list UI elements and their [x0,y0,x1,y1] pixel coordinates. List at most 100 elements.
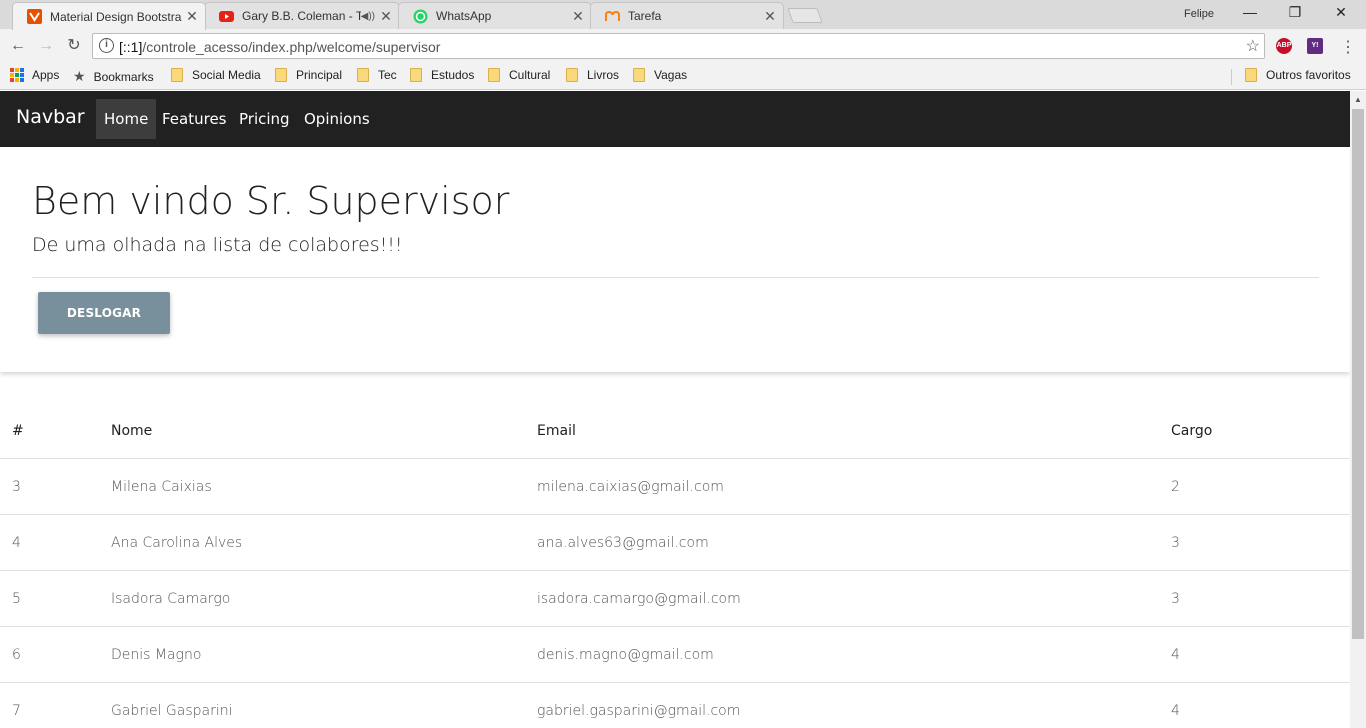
bookmark-other-favorites[interactable]: Outros favoritos [1245,68,1351,82]
tab-title: WhatsApp [436,9,492,23]
nav-link-features[interactable]: Features [154,99,235,139]
cell-role: 3 [1171,591,1180,607]
bookmark-folder[interactable]: Cultural [488,68,550,82]
bookmark-folder[interactable]: Livros [566,68,619,82]
tab-title: Tarefa [628,9,662,23]
browser-tab-mdb[interactable]: Material Design Bootstra ✕ [12,2,206,30]
new-tab-button[interactable] [787,8,823,23]
table-row: 3 Milena Caixias milena.caixias@gmail.co… [0,459,1350,515]
folder-icon [357,68,369,82]
page-viewport: Navbar Home Features Pricing Opinions Be… [0,91,1350,728]
site-navbar: Navbar Home Features Pricing Opinions [0,91,1350,147]
cell-email: isadora.camargo@gmail.com [537,591,741,607]
url-text[interactable]: [::1]/controle_acesso/index.php/welcome/… [119,39,440,55]
table-row: 4 Ana Carolina Alves ana.alves63@gmail.c… [0,515,1350,571]
bookmark-folder[interactable]: Tec [357,68,397,82]
bookmarks-separator [1231,69,1232,85]
close-tab-icon[interactable]: ✕ [377,8,395,25]
profile-name[interactable]: Felipe [1184,8,1214,20]
browser-toolbar: ← → ↻ i [::1]/controle_acesso/index.php/… [0,29,1366,63]
cell-id: 6 [12,647,21,663]
cell-role: 3 [1171,535,1180,551]
star-icon: ★ [73,68,86,84]
browser-tab-youtube[interactable]: Gary B.B. Coleman - T ◀)) ✕ [204,2,400,29]
bookmark-bookmarks[interactable]: ★ Bookmarks [73,68,154,85]
apps-grid-icon [10,68,24,82]
table-header-row: # Nome Email Cargo [0,403,1350,459]
browser-tab-tarefa[interactable]: Tarefa ✕ [590,2,784,29]
folder-icon [566,68,578,82]
nav-link-opinions[interactable]: Opinions [296,99,378,139]
yslow-icon[interactable]: Y! [1307,38,1323,54]
mdb-icon [27,9,42,24]
bookmark-folder[interactable]: Principal [275,68,342,82]
cell-role: 2 [1171,479,1180,495]
close-tab-icon[interactable]: ✕ [761,8,779,25]
header-name: Nome [111,423,153,439]
table-row: 7 Gabriel Gasparini gabriel.gasparini@gm… [0,683,1350,728]
whatsapp-icon [413,9,428,24]
folder-icon [275,68,287,82]
bookmark-folder[interactable]: Estudos [410,68,474,82]
cell-name: Denis Magno [111,647,202,663]
header-email: Email [537,423,576,439]
cell-id: 3 [12,479,21,495]
folder-icon [171,68,183,82]
table-row: 5 Isadora Camargo isadora.camargo@gmail.… [0,571,1350,627]
logout-button[interactable]: DESLOGAR [38,292,170,334]
header-role: Cargo [1171,423,1213,439]
cell-name: Ana Carolina Alves [111,535,243,551]
scroll-up-icon[interactable]: ▲ [1354,95,1362,104]
forward-icon[interactable]: → [36,36,56,56]
cell-name: Milena Caixias [111,479,212,495]
cell-id: 5 [12,591,21,607]
adblock-plus-icon[interactable]: ABP [1276,38,1292,54]
tab-title: Material Design Bootstra [50,9,182,24]
browser-tab-whatsapp[interactable]: WhatsApp ✕ [398,2,592,29]
youtube-icon [219,9,234,24]
restore-icon[interactable]: ❐ [1285,4,1305,21]
cell-role: 4 [1171,703,1180,719]
bookmark-apps[interactable]: Apps [10,68,59,82]
minimize-icon[interactable]: — [1240,4,1260,20]
header-id: # [12,423,24,439]
nav-link-pricing[interactable]: Pricing [231,99,298,139]
bookmark-star-icon[interactable]: ☆ [1246,36,1260,56]
close-window-icon[interactable]: ✕ [1331,4,1351,21]
bookmarks-bar: Apps ★ Bookmarks Social Media Principal … [0,63,1366,90]
cell-id: 7 [12,703,21,719]
scrollbar-thumb[interactable] [1352,109,1364,639]
folder-icon [410,68,422,82]
employees-table: # Nome Email Cargo 3 Milena Caixias mile… [0,403,1350,728]
folder-icon [1245,68,1257,82]
tab-title: Gary B.B. Coleman - T [242,9,361,23]
close-tab-icon[interactable]: ✕ [183,8,201,25]
speaker-icon[interactable]: ◀)) [361,11,375,22]
navbar-brand[interactable]: Navbar [16,106,85,128]
cell-id: 4 [12,535,21,551]
back-icon[interactable]: ← [8,36,28,56]
page-subtitle: De uma olhada na lista de colabores!!! [32,234,403,256]
folder-icon [488,68,500,82]
page-title: Bem vindo Sr. Supervisor [32,179,510,223]
jumbotron: Bem vindo Sr. Supervisor De uma olhada n… [0,147,1350,372]
bookmark-folder[interactable]: Social Media [171,68,261,82]
cell-role: 4 [1171,647,1180,663]
moodle-icon [605,9,620,24]
table-row: 6 Denis Magno denis.magno@gmail.com 4 [0,627,1350,683]
reload-icon[interactable]: ↻ [64,36,84,56]
bookmark-folder[interactable]: Vagas [633,68,687,82]
divider [32,277,1319,278]
address-bar[interactable]: i [::1]/controle_acesso/index.php/welcom… [92,33,1265,59]
nav-link-home[interactable]: Home [96,99,157,139]
cell-name: Isadora Camargo [111,591,231,607]
cell-name: Gabriel Gasparini [111,703,233,719]
folder-icon [633,68,645,82]
close-tab-icon[interactable]: ✕ [569,8,587,25]
browser-menu-icon[interactable]: ⋮ [1340,37,1356,57]
page-scrollbar[interactable]: ▲ [1350,91,1366,728]
cell-email: milena.caixias@gmail.com [537,479,724,495]
site-info-icon[interactable]: i [99,38,114,53]
cell-email: denis.magno@gmail.com [537,647,714,663]
cell-email: ana.alves63@gmail.com [537,535,709,551]
